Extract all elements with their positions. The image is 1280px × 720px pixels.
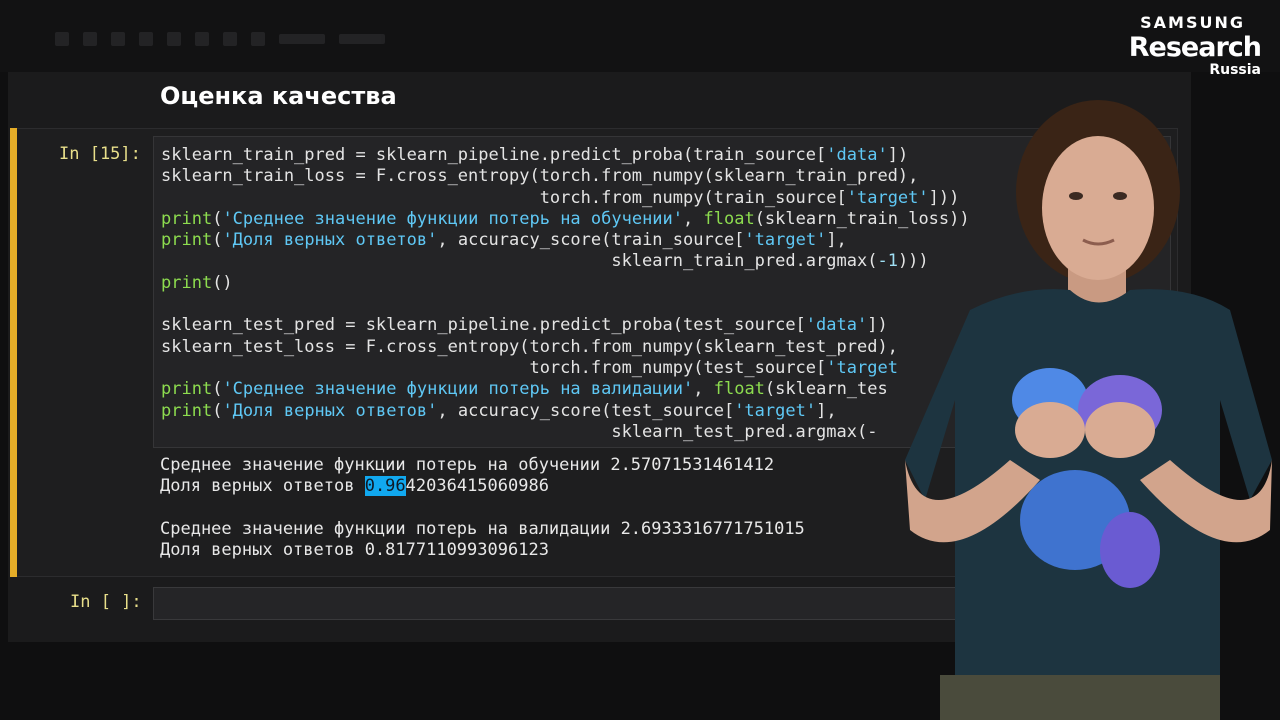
empty-cell-prompt: In [ ]: [70, 592, 142, 612]
selected-cell-indicator [10, 128, 17, 577]
output-test-loss: Среднее значение функции потерь на валид… [160, 518, 805, 539]
text-selection[interactable]: 0.96 [364, 476, 406, 497]
toolbar-area [0, 0, 1280, 72]
logo-line-research: Research [1128, 32, 1262, 63]
samsung-research-logo: SAMSUNG Research Russia [1128, 13, 1262, 78]
toolbar-icons [55, 28, 385, 50]
cell-output: Среднее значение функции потерь на обуче… [160, 455, 805, 561]
logo-line-samsung: SAMSUNG [1140, 13, 1245, 32]
cell-15-prompt: In [15]: [59, 144, 141, 164]
presenter-video-overlay [905, 100, 1272, 720]
output-train-acc-rest: 42036415060986 [405, 476, 549, 497]
output-train-acc-prefix: Доля верных ответов [160, 476, 365, 497]
section-heading: Оценка качества [160, 82, 397, 110]
output-train-loss: Среднее значение функции потерь на обуче… [160, 455, 775, 475]
logo-line-russia: Russia [1209, 62, 1261, 78]
output-test-acc: Доля верных ответов 0.8177110993096123 [160, 540, 549, 561]
